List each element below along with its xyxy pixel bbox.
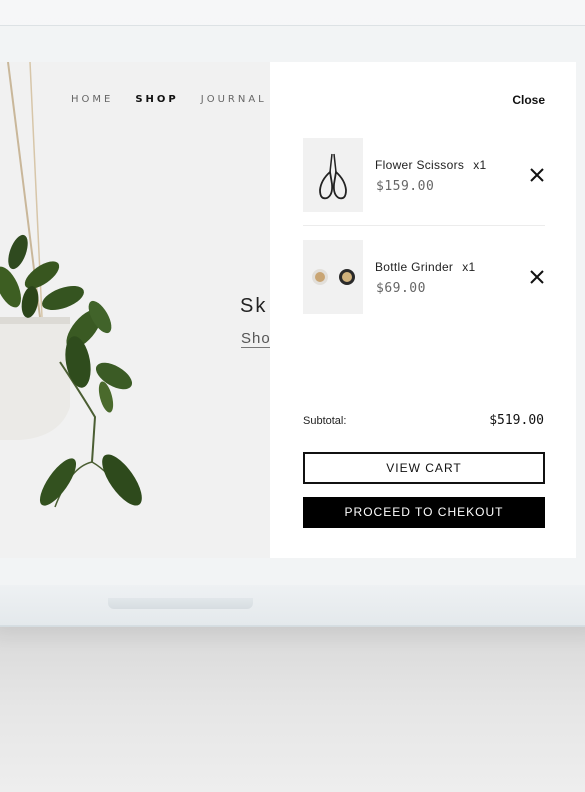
screen: HOME SHOP JOURNAL Sk Sho Close Flower Sc…	[0, 62, 576, 558]
cart-item-name: Bottle Grinder x1	[375, 260, 476, 274]
subtotal-label: Subtotal:	[303, 415, 347, 427]
item-divider	[303, 225, 545, 226]
nav-journal[interactable]: JOURNAL	[201, 94, 267, 105]
close-cart-button[interactable]: Close	[512, 93, 545, 107]
subtotal-value: $519.00	[489, 413, 544, 428]
remove-item-icon[interactable]	[529, 269, 545, 285]
cart-item-price: $159.00	[376, 179, 435, 194]
remove-item-icon[interactable]	[529, 167, 545, 183]
hero-shop-link[interactable]: Sho	[241, 330, 271, 348]
main-nav: HOME SHOP JOURNAL	[71, 94, 289, 105]
nav-home[interactable]: HOME	[71, 94, 113, 105]
device-notch	[108, 598, 253, 609]
view-cart-button[interactable]: VIEW CART	[303, 452, 545, 484]
cart-item-thumbnail[interactable]	[303, 138, 363, 212]
floor-shadow	[0, 626, 585, 792]
cart-item-price: $69.00	[376, 281, 426, 296]
cart-item-title: Bottle Grinder	[375, 260, 454, 274]
hanging-plant-image	[0, 62, 142, 508]
device-chin	[0, 585, 585, 627]
cart-item-name: Flower Scissors x1	[375, 158, 486, 172]
scissors-icon	[319, 153, 347, 200]
cart-item-quantity: x1	[473, 158, 487, 172]
cart-item: Bottle Grinder x1 $69.00	[303, 240, 545, 316]
hero-title: Sk	[240, 295, 268, 317]
cart-item-thumbnail[interactable]	[303, 240, 363, 314]
cart-item: Flower Scissors x1 $159.00	[303, 138, 545, 214]
cart-item-quantity: x1	[462, 260, 476, 274]
grinder-icon	[312, 269, 355, 285]
checkout-button[interactable]: PROCEED TO CHEKOUT	[303, 497, 545, 528]
cart-drawer: Close Flower Scissors x1 $159.00 Bottle …	[270, 62, 576, 558]
cart-item-title: Flower Scissors	[375, 158, 465, 172]
nav-shop[interactable]: SHOP	[135, 94, 178, 105]
